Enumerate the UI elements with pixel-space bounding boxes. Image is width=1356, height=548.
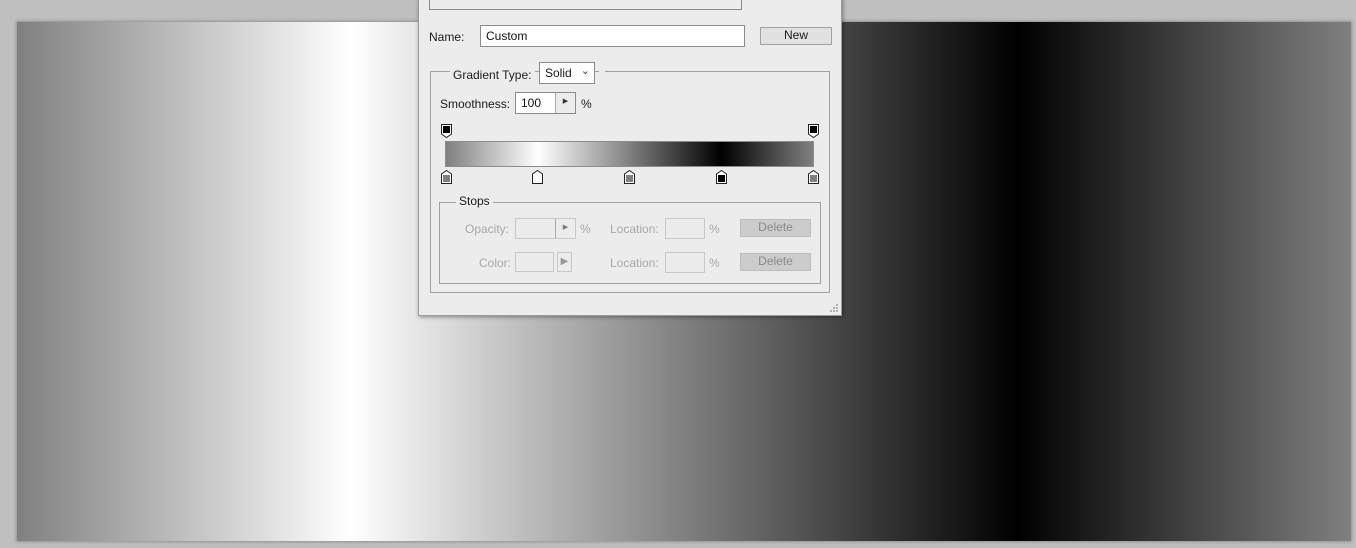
opacity-label: Opacity: <box>465 222 510 236</box>
chevron-down-icon: ⌄ <box>580 65 590 77</box>
stops-group <box>439 202 821 284</box>
color-stop-0[interactable] <box>440 170 452 184</box>
opacity-location-label: Location: <box>610 222 659 236</box>
color-label: Color: <box>479 256 512 270</box>
new-button[interactable]: New <box>760 27 832 45</box>
presets-panel[interactable] <box>429 0 742 10</box>
gradient-type-label: Gradient Type: <box>450 68 535 82</box>
opacity-unit: % <box>580 222 591 236</box>
color-location-input[interactable] <box>665 252 705 273</box>
resize-grip-icon[interactable] <box>830 304 838 312</box>
color-stop-3[interactable] <box>715 170 727 184</box>
opacity-slider-arrow-icon[interactable]: ▶ <box>555 219 575 238</box>
opacity-stop-0[interactable] <box>440 124 452 138</box>
name-input[interactable]: Custom <box>480 25 745 47</box>
gradient-type-value: Solid <box>545 66 572 80</box>
color-location-label: Location: <box>610 256 659 270</box>
opacity-location-unit: % <box>709 222 720 236</box>
smoothness-label: Smoothness: <box>440 97 511 111</box>
smoothness-unit: % <box>581 97 592 111</box>
smoothness-value: 100 <box>521 96 542 110</box>
name-label: Name: <box>429 30 465 44</box>
color-stop-2[interactable] <box>624 170 635 184</box>
color-location-unit: % <box>709 256 720 270</box>
color-stop-1[interactable] <box>532 170 544 184</box>
color-swatch[interactable] <box>515 252 554 272</box>
gradient-type-select[interactable]: Solid ⌄ <box>539 62 595 84</box>
smoothness-slider-arrow-icon[interactable]: ▶ <box>555 93 575 113</box>
color-stop-4[interactable] <box>807 170 819 184</box>
opacity-location-input[interactable] <box>665 218 705 239</box>
delete-opacity-stop-button[interactable]: Delete <box>740 219 811 237</box>
gradient-editor-dialog: Name: Custom New Gradient Type: Solid ⌄ … <box>418 0 842 316</box>
color-picker-arrow-icon[interactable]: ▶ <box>557 252 572 272</box>
smoothness-input[interactable]: 100 ▶ <box>515 92 576 114</box>
delete-color-stop-button[interactable]: Delete <box>740 253 811 271</box>
gradient-preview-bar[interactable] <box>445 141 814 167</box>
stops-legend: Stops <box>456 194 493 208</box>
opacity-input[interactable]: ▶ <box>515 218 576 239</box>
opacity-stop-1[interactable] <box>807 124 819 138</box>
